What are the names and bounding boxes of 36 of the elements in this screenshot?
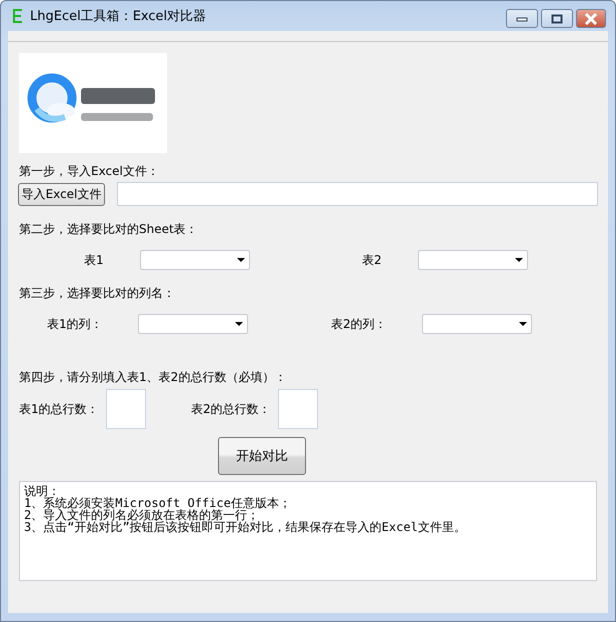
dropdown-arrow-icon	[519, 322, 527, 326]
notes-box[interactable]: 说明： 1、系统必须安装Microsoft Office任意版本； 2、导入文件的列名必须放在表格的第一行； 3、点击“开始对比”按钮后该按钮即可开始对比，结果保存在导入的Excel文件里。	[19, 481, 597, 581]
start-compare-button[interactable]: 开始对比	[218, 437, 306, 475]
field-label: 表2的总行数：	[191, 400, 272, 418]
window-title: LhgEcel工具箱：Excel对比器	[30, 8, 208, 25]
dropdown[interactable]	[422, 314, 532, 334]
row-count-field[interactable]	[106, 389, 146, 429]
step-label: 第一步，导入Excel文件：	[19, 164, 160, 178]
close-button[interactable]	[576, 9, 606, 28]
note-line: 3、点击“开始对比”按钮后该按钮即可开始对比，结果保存在导入的Excel文件里。	[24, 521, 467, 533]
note-line: 1、系统必须安装Microsoft Office任意版本；	[24, 497, 292, 509]
dropdown-arrow-icon	[237, 258, 245, 262]
dropdown[interactable]	[140, 250, 250, 270]
row-count-field[interactable]	[278, 389, 318, 429]
maximize-icon	[551, 14, 563, 24]
maximize-button[interactable]	[541, 9, 573, 28]
field-label: 表2的列：	[331, 316, 388, 332]
note-line: 说明：	[24, 485, 60, 497]
step-label: 第二步，选择要比对的Sheet表：	[19, 222, 199, 236]
field-label: 表1的总行数：	[19, 400, 100, 418]
step-label: 第三步，选择要比对的列名：	[19, 286, 176, 300]
minimize-icon	[516, 16, 528, 22]
step-label: 第四步，请分别填入表1、表2的总行数（必填）：	[19, 370, 288, 384]
minimize-button[interactable]	[506, 9, 538, 28]
file-path-field[interactable]	[117, 182, 598, 206]
field-label: 表1的列：	[47, 316, 104, 332]
import-button[interactable]: 导入Excel文件	[18, 182, 105, 206]
close-icon	[584, 12, 598, 24]
dropdown[interactable]	[418, 250, 528, 270]
field-label: 表1	[84, 252, 105, 268]
dropdown[interactable]	[138, 314, 248, 334]
app-icon	[12, 8, 24, 24]
field-label: 表2	[362, 252, 383, 268]
note-line: 2、导入文件的列名必须放在表格的第一行；	[24, 509, 260, 521]
dropdown-arrow-icon	[235, 322, 243, 326]
dropdown-arrow-icon	[515, 258, 523, 262]
